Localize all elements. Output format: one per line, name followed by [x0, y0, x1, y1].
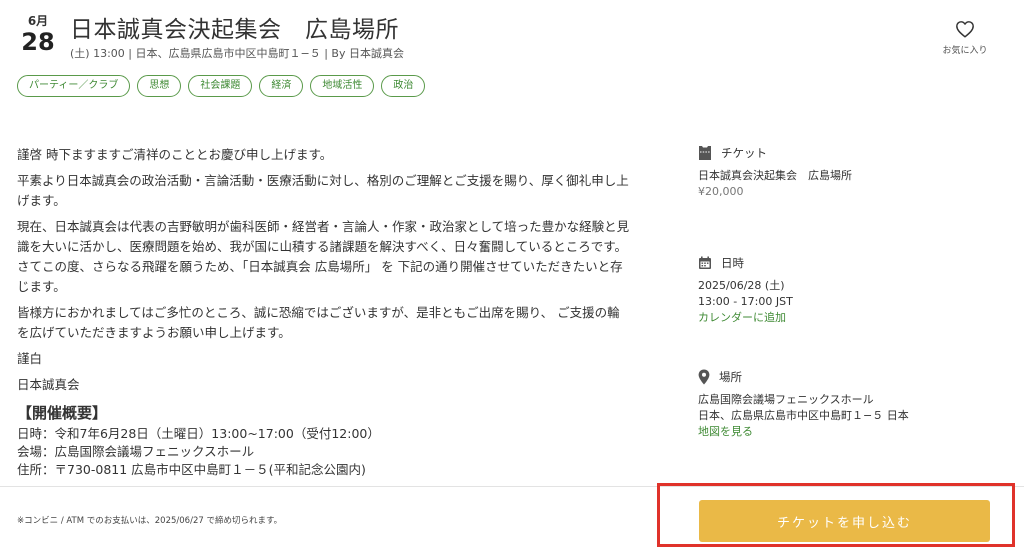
event-description: 謹啓 時下ますますご清祥のこととお慶び申し上げます。 平素より日本誠真会の政治活…	[17, 145, 632, 479]
overview-venue: 会場：広島国際会議場フェニックスホール	[17, 444, 255, 459]
description-paragraph: 謹啓 時下ますますご清祥のこととお慶び申し上げます。	[17, 147, 333, 162]
description-paragraph: 平素より日本誠真会の政治活動・言論活動・医療活動に対し、格別のご理解とご支援を賜…	[17, 173, 629, 208]
event-time-text: 13:00 - 17:00 JST	[698, 295, 793, 308]
heart-icon	[956, 21, 974, 38]
overview-address: 住所：〒730-0811 広島市中区中島町１－５(平和記念公園内)	[17, 462, 366, 477]
calendar-icon	[699, 256, 711, 269]
tag-thought[interactable]: 思想	[137, 75, 182, 97]
tag-list: パーティー／クラブ 思想 社会課題 経済 地域活性 政治	[17, 75, 426, 97]
apply-ticket-button[interactable]: チケットを申し込む	[699, 500, 990, 542]
datetime-section: 日時 2025/06/28 (土) 13:00 - 17:00 JST カレンダ…	[698, 255, 1008, 326]
event-date-text: 2025/06/28 (土)	[698, 279, 785, 292]
datetime-heading: 日時	[721, 256, 744, 270]
event-day: 28	[21, 28, 55, 56]
place-heading: 場所	[719, 370, 742, 384]
venue-address: 日本、広島県広島市中区中島町１−５ 日本	[698, 409, 909, 422]
description-paragraph: 皆様方におかれましてはご多忙のところ、誠に恐縮ではございますが、是非ともご出席を…	[17, 305, 620, 340]
tag-politics[interactable]: 政治	[381, 75, 426, 97]
tag-regional-revitalization[interactable]: 地域活性	[310, 75, 375, 97]
event-date: 6月 28	[20, 14, 56, 56]
view-map-link[interactable]: 地図を見る	[698, 424, 1008, 440]
tag-party-club[interactable]: パーティー／クラブ	[17, 75, 131, 97]
tag-social-issues[interactable]: 社会課題	[188, 75, 253, 97]
overview-date: 日時：令和7年6月28日（土曜日）13:00~17:00（受付12:00）	[17, 426, 380, 441]
ticket-section: チケット 日本誠真会決起集会 広島場所 ¥20,000	[698, 145, 1008, 200]
description-closing: 謹白	[17, 351, 43, 366]
event-title: 日本誠真会決起集会 広島場所	[70, 17, 399, 43]
venue-name: 広島国際会議場フェニックスホール	[698, 393, 874, 406]
ticket-name: 日本誠真会決起集会 広島場所	[698, 169, 852, 182]
favorite-button[interactable]: お気に入り	[930, 20, 1000, 56]
place-section: 場所 広島国際会議場フェニックスホール 日本、広島県広島市中区中島町１−５ 日本…	[698, 369, 1008, 440]
tag-economy[interactable]: 経済	[259, 75, 304, 97]
favorite-label: お気に入り	[942, 46, 988, 56]
description-paragraph: 現在、日本誠真会は代表の吉野敏明が歯科医師・経営者・言論人・作家・政治家として培…	[17, 219, 630, 294]
ticket-heading: チケット	[721, 146, 767, 160]
event-month: 6月	[27, 14, 49, 28]
payment-deadline-note: ※コンビニ / ATM でのお支払いは、2025/06/27 で締め切られます。	[17, 516, 283, 526]
location-pin-icon	[698, 369, 710, 385]
ticket-icon	[699, 146, 711, 160]
ticket-price: ¥20,000	[698, 185, 744, 198]
event-subtitle: (土) 13:00 | 日本、広島県広島市中区中島町１−５ | By 日本誠真会	[70, 47, 404, 60]
overview-heading: 【開催概要】	[17, 404, 108, 422]
add-to-calendar-link[interactable]: カレンダーに追加	[698, 310, 1008, 326]
description-signature: 日本誠真会	[17, 377, 80, 392]
